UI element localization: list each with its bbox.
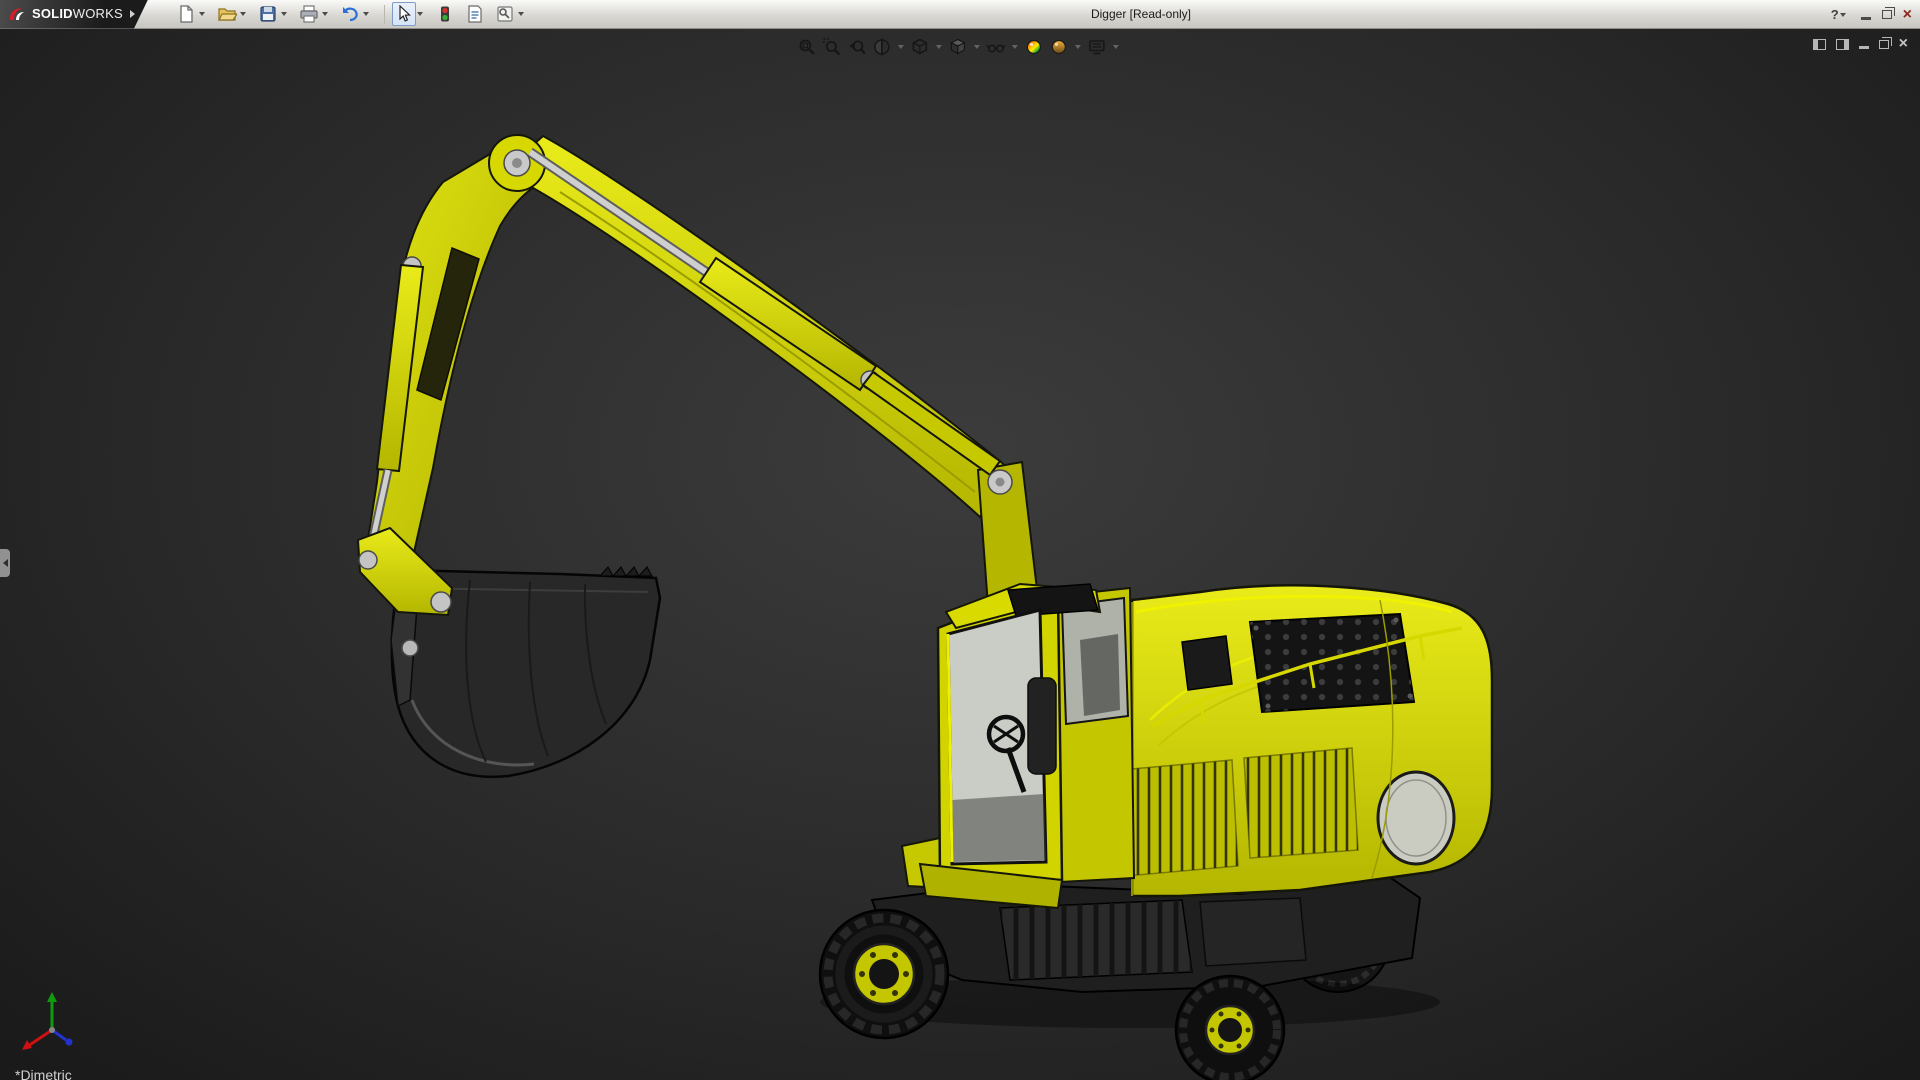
zoom-to-area-icon bbox=[822, 37, 842, 57]
print-dropdown-icon[interactable] bbox=[322, 12, 328, 16]
section-view-icon bbox=[872, 37, 892, 57]
new-document-icon bbox=[176, 4, 196, 24]
save-dropdown-icon[interactable] bbox=[281, 12, 287, 16]
feature-pane-icon bbox=[1813, 39, 1826, 50]
excavator-model[interactable] bbox=[0, 29, 1920, 1080]
new-document-button[interactable] bbox=[174, 2, 198, 26]
view-orientation-label: *Dimetric bbox=[15, 1067, 72, 1080]
cab[interactable] bbox=[920, 584, 1134, 908]
hide-show-dropdown-icon[interactable] bbox=[1012, 45, 1018, 49]
collapse-arrow-icon bbox=[3, 559, 8, 567]
help-dropdown-icon[interactable] bbox=[1840, 13, 1846, 17]
view-orientation-dropdown-icon[interactable] bbox=[936, 45, 942, 49]
window-title: Digger [Read-only] bbox=[1091, 7, 1191, 21]
graphics-viewport[interactable]: × *Dimetric bbox=[0, 29, 1920, 1080]
file-properties-button[interactable] bbox=[463, 2, 487, 26]
select-dropdown-icon[interactable] bbox=[417, 12, 423, 16]
document-restore-icon bbox=[1879, 40, 1889, 49]
open-button[interactable] bbox=[215, 2, 239, 26]
print-button[interactable] bbox=[297, 2, 321, 26]
feature-pane-toggle-button[interactable] bbox=[1813, 39, 1826, 50]
view-settings-button[interactable] bbox=[1085, 35, 1109, 59]
open-folder-icon bbox=[217, 4, 237, 24]
previous-view-icon bbox=[847, 37, 867, 57]
restore-icon bbox=[1882, 10, 1892, 19]
options-dropdown-icon[interactable] bbox=[518, 12, 524, 16]
engine-housing[interactable] bbox=[1098, 585, 1492, 896]
document-minimize-icon bbox=[1859, 46, 1869, 49]
rebuild-icon bbox=[435, 4, 455, 24]
edit-appearance-icon bbox=[1024, 37, 1044, 57]
open-dropdown-icon[interactable] bbox=[240, 12, 246, 16]
view-settings-icon bbox=[1087, 37, 1107, 57]
close-button[interactable]: × bbox=[1903, 7, 1912, 23]
options-icon bbox=[495, 4, 515, 24]
display-pane-toggle-button[interactable] bbox=[1836, 39, 1849, 50]
window-controls: ? × bbox=[1831, 0, 1912, 29]
display-style-dropdown-icon[interactable] bbox=[974, 45, 980, 49]
print-icon bbox=[299, 4, 319, 24]
section-view-button[interactable] bbox=[870, 35, 894, 59]
file-properties-icon bbox=[465, 4, 485, 24]
apply-scene-dropdown-icon[interactable] bbox=[1075, 45, 1081, 49]
select-cursor-icon bbox=[394, 4, 414, 24]
display-style-button[interactable] bbox=[946, 35, 970, 59]
view-settings-dropdown-icon[interactable] bbox=[1113, 45, 1119, 49]
hide-show-items-icon bbox=[986, 37, 1006, 57]
display-pane-icon bbox=[1836, 39, 1849, 50]
restore-button[interactable] bbox=[1882, 10, 1892, 19]
document-window-controls: × bbox=[1813, 37, 1908, 51]
save-icon bbox=[258, 4, 278, 24]
hide-show-items-button[interactable] bbox=[984, 35, 1008, 59]
feature-manager-collapse-tab[interactable] bbox=[0, 549, 10, 577]
display-style-icon bbox=[948, 37, 968, 57]
zoom-to-fit-icon bbox=[797, 37, 817, 57]
section-view-dropdown-icon[interactable] bbox=[898, 45, 904, 49]
brand-works: WORKS bbox=[73, 6, 123, 21]
minimize-button[interactable] bbox=[1861, 9, 1871, 20]
zoom-to-area-button[interactable] bbox=[820, 35, 844, 59]
new-dropdown-icon[interactable] bbox=[199, 12, 205, 16]
undo-dropdown-icon[interactable] bbox=[363, 12, 369, 16]
reference-triad[interactable] bbox=[18, 986, 102, 1058]
zoom-to-fit-button[interactable] bbox=[795, 35, 819, 59]
undo-button[interactable] bbox=[338, 2, 362, 26]
title-bar: SOLIDWORKS bbox=[0, 0, 1920, 29]
help-button[interactable]: ? bbox=[1831, 7, 1850, 22]
document-close-button[interactable]: × bbox=[1899, 37, 1908, 51]
main-toolbar bbox=[174, 2, 532, 26]
save-button[interactable] bbox=[256, 2, 280, 26]
previous-view-button[interactable] bbox=[845, 35, 869, 59]
heads-up-view-toolbar bbox=[795, 35, 1122, 59]
apply-scene-button[interactable] bbox=[1047, 35, 1071, 59]
select-button[interactable] bbox=[392, 2, 416, 26]
document-minimize-button[interactable] bbox=[1859, 39, 1869, 49]
document-restore-button[interactable] bbox=[1879, 40, 1889, 49]
edit-appearance-button[interactable] bbox=[1022, 35, 1046, 59]
view-orientation-icon bbox=[910, 37, 930, 57]
solidworks-menu[interactable]: SOLIDWORKS bbox=[0, 0, 148, 29]
boom-assembly[interactable] bbox=[366, 135, 1038, 606]
brand-solid: SOLID bbox=[32, 6, 73, 21]
minimize-icon bbox=[1861, 17, 1871, 20]
toolbar-separator bbox=[384, 5, 385, 24]
solidworks-logo-icon bbox=[7, 5, 27, 23]
options-button[interactable] bbox=[493, 2, 517, 26]
menu-expand-icon[interactable] bbox=[130, 10, 135, 18]
apply-scene-icon bbox=[1049, 37, 1069, 57]
view-orientation-button[interactable] bbox=[908, 35, 932, 59]
undo-icon bbox=[340, 4, 360, 24]
rebuild-button[interactable] bbox=[433, 2, 457, 26]
